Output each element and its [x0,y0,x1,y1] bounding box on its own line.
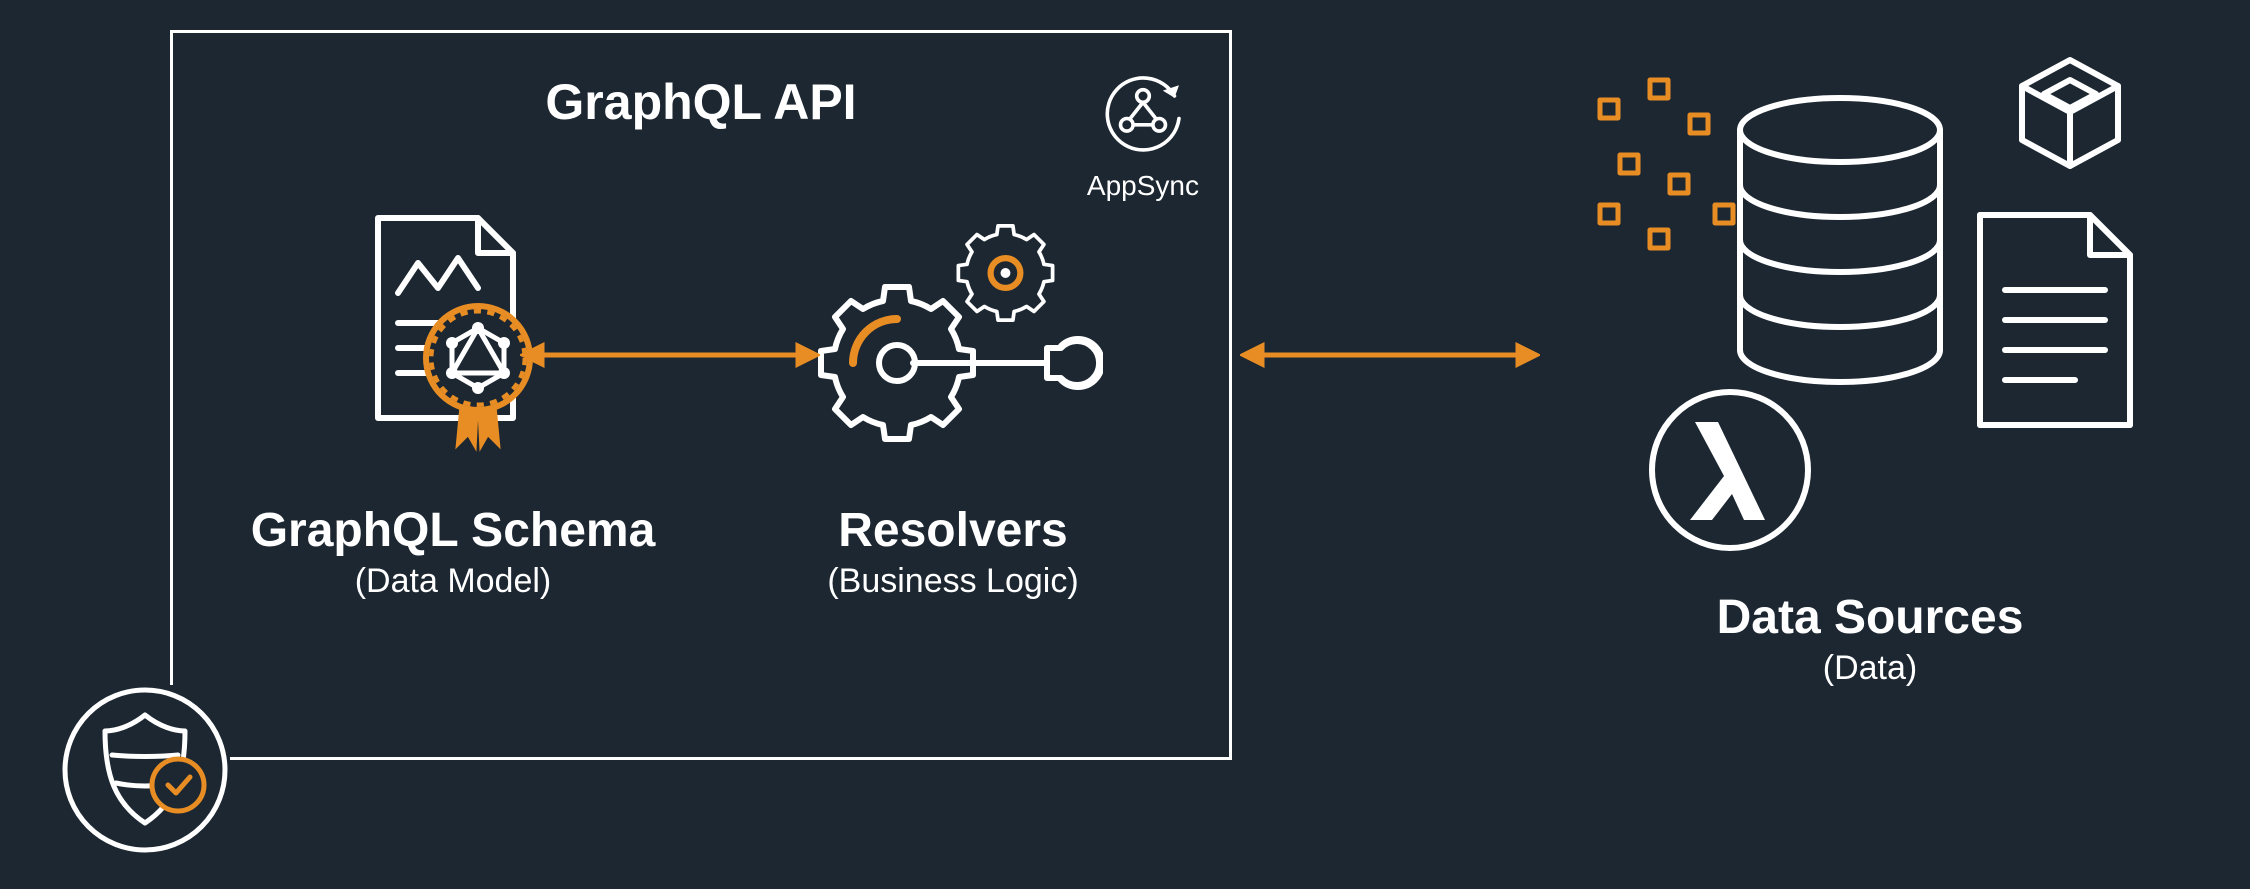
data-sources-block: Data Sources (Data) [1560,50,2180,688]
data-sources-title: Data Sources [1560,590,2180,645]
api-title: GraphQL API [173,73,1229,131]
resolvers-subtitle: (Business Logic) [743,562,1163,601]
graphql-api-container: GraphQL API AppSync [170,30,1232,760]
schema-subtitle: (Data Model) [243,562,663,601]
shield-check-icon [60,685,230,855]
security-badge [60,685,230,855]
bidirectional-arrow-icon [520,340,820,370]
schema-block: GraphQL Schema (Data Model) [243,193,663,601]
schema-title: GraphQL Schema [243,503,663,558]
appsync-block: AppSync [1087,69,1199,202]
resolvers-title: Resolvers [743,503,1163,558]
bidirectional-arrow-icon [1240,340,1540,370]
appsync-icon [1098,69,1188,159]
resolvers-block: Resolvers (Business Logic) [743,193,1163,601]
data-sources-subtitle: (Data) [1560,649,2180,688]
resolvers-gears-icon [803,208,1103,468]
data-sources-icon-cluster [1560,50,2180,580]
schema-document-icon [348,208,558,468]
